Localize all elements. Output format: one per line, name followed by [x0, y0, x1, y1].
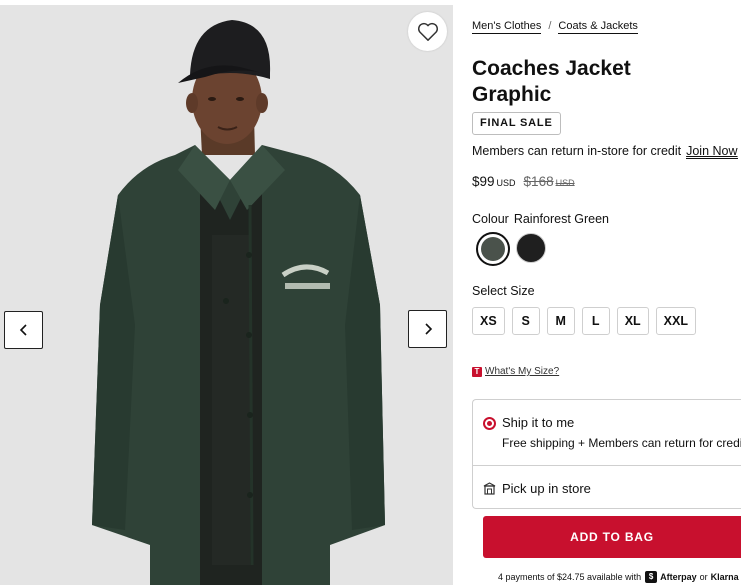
current-price-currency: USD: [496, 178, 516, 188]
product-title: Coaches Jacket Graphic: [472, 56, 672, 108]
delivery-options: Ship it to me Free shipping + Members ca…: [472, 399, 741, 509]
pick-up-in-store-option[interactable]: Pick up in store: [473, 466, 741, 508]
breadcrumb-mens-clothes[interactable]: Men's Clothes: [472, 20, 542, 34]
klarna-logo-text[interactable]: Klarna: [711, 572, 739, 582]
price-block: $99 USD $168 USD: [472, 174, 575, 189]
current-price: $99: [472, 174, 495, 189]
ship-option-title: Ship it to me: [502, 415, 575, 430]
size-guide-icon: T: [472, 366, 482, 377]
member-returns-note: Members can return in-store for credit Jo…: [472, 144, 738, 159]
ship-option-subtext: Free shipping + Members can return for c…: [502, 436, 741, 450]
add-to-bag-button[interactable]: ADD TO BAG: [483, 516, 741, 558]
final-sale-badge: FINAL SALE: [472, 112, 561, 135]
colour-label: Colour Rainforest Green: [472, 212, 609, 226]
chevron-left-icon: [19, 324, 27, 336]
size-option-xs[interactable]: XS: [472, 307, 505, 335]
colour-heading: Colour: [472, 212, 509, 226]
breadcrumb-separator: /: [548, 20, 552, 32]
size-option-s[interactable]: S: [511, 307, 540, 335]
installments-note: 4 payments of $24.75 available with $ Af…: [498, 571, 739, 583]
size-option-m[interactable]: M: [546, 307, 575, 335]
original-price-value: $168: [523, 174, 554, 189]
size-option-l[interactable]: L: [581, 307, 610, 335]
colour-swatch-rainforest-green[interactable]: [476, 232, 510, 266]
size-guide: T What's My Size?: [472, 366, 559, 377]
returns-text: Members can return in-store for credit: [472, 144, 682, 158]
original-price: $168 USD: [524, 174, 575, 189]
product-details-panel: Men's Clothes / Coats & Jackets Coaches Ja…: [472, 0, 741, 585]
previous-image-button[interactable]: [4, 311, 43, 349]
whats-my-size-link[interactable]: What's My Size?: [485, 366, 559, 377]
select-size-label: Select Size: [472, 284, 535, 298]
pickup-option-title: Pick up in store: [502, 481, 591, 496]
breadcrumb-coats-jackets[interactable]: Coats & Jackets: [558, 20, 638, 34]
wishlist-button[interactable]: [408, 12, 447, 51]
colour-swatch-black[interactable]: [516, 233, 546, 263]
ship-it-to-me-option[interactable]: Ship it to me Free shipping + Members ca…: [473, 400, 741, 466]
installments-text: 4 payments of $24.75 available with: [498, 572, 642, 582]
afterpay-icon: $: [645, 571, 658, 583]
size-options: XS S M L XL XXL: [472, 307, 696, 335]
next-image-button[interactable]: [408, 310, 447, 348]
payments-or: or: [699, 572, 708, 582]
heart-icon: [417, 22, 438, 41]
ship-radio-selected[interactable]: [483, 417, 496, 430]
chevron-right-icon: [424, 323, 432, 335]
afterpay-logo-text[interactable]: Afterpay: [660, 572, 697, 582]
product-image-gallery: [0, 5, 453, 585]
breadcrumb: Men's Clothes / Coats & Jackets: [472, 20, 638, 34]
size-option-xxl[interactable]: XXL: [655, 307, 696, 335]
original-price-currency: USD: [555, 178, 575, 188]
selected-colour-name: Rainforest Green: [513, 212, 610, 226]
product-title-line2: Graphic: [472, 83, 552, 106]
store-icon: [483, 482, 496, 495]
product-photo: [0, 5, 453, 585]
swatch-fill: [481, 237, 505, 261]
product-title-line1: Coaches Jacket: [472, 57, 631, 80]
join-now-link[interactable]: Join Now: [686, 144, 738, 159]
size-option-xl[interactable]: XL: [616, 307, 649, 335]
